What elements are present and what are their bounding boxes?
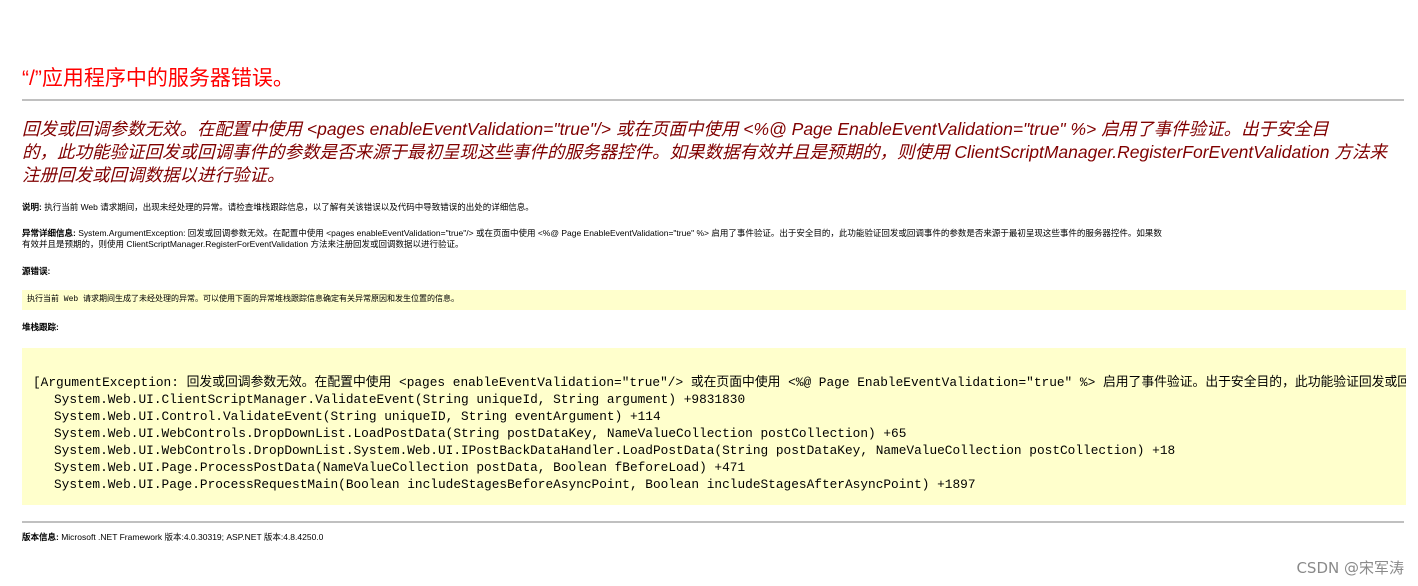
stack-trace-code: [ArgumentException: 回发或回调参数无效。在配置中使用 <pa… [22,348,1406,493]
stack-frame: System.Web.UI.Page.ProcessRequestMain(Bo… [54,477,976,492]
exception-details-text-continued: 有效并且是预期的，则使用 ClientScriptManager.Registe… [22,239,464,249]
version-info-label: 版本信息: [22,532,59,542]
stack-frame: System.Web.UI.WebControls.DropDownList.L… [54,426,907,441]
version-info-text: Microsoft .NET Framework 版本:4.0.30319; A… [58,532,324,542]
stack-trace-exception-line: [ArgumentException: 回发或回调参数无效。在配置中使用 <pa… [33,375,1406,390]
stack-frame: System.Web.UI.WebControls.DropDownList.S… [54,443,1176,458]
csdn-watermark: CSDN @宋军涛 [1296,559,1404,577]
error-message-line: 回发或回调参数无效。在配置中使用 <pages enableEventValid… [22,119,1329,139]
page-title: “/”应用程序中的服务器错误。 [22,67,294,90]
stack-frame: System.Web.UI.ClientScriptManager.Valida… [54,392,746,407]
source-error-box: 执行当前 Web 请求期间生成了未经处理的异常。可以使用下面的异常堆栈跟踪信息确… [22,290,1406,310]
exception-details-label: 异常详细信息: [22,228,76,238]
error-message-line: 的，此功能验证回发或回调事件的参数是否来源于最初呈现这些事件的服务器控件。如果数… [22,142,1387,162]
source-error-label: 源错误: [22,266,51,276]
title-divider [22,99,1404,101]
stack-frame: System.Web.UI.Control.ValidateEvent(Stri… [54,409,661,424]
exception-details-text: System.ArgumentException: 回发或回调参数无效。在配置中… [75,228,1162,238]
error-message-line: 注册回发或回调数据以进行验证。 [22,165,285,185]
stack-trace-label: 堆栈跟踪: [22,322,59,332]
stack-frame: System.Web.UI.Page.ProcessPostData(NameV… [54,460,746,475]
stack-trace-box: [ArgumentException: 回发或回调参数无效。在配置中使用 <pa… [22,348,1406,505]
footer-divider [22,521,1404,523]
description-section: 说明: 执行当前 Web 请求期间，出现未经处理的异常。请检查堆栈跟踪信息，以了… [22,202,534,213]
description-label: 说明: [22,202,42,212]
error-page: “/”应用程序中的服务器错误。 回发或回调参数无效。在配置中使用 <pages … [22,0,1406,586]
exception-details-section: 异常详细信息: System.ArgumentException: 回发或回调参… [22,228,1406,250]
version-info: 版本信息: Microsoft .NET Framework 版本:4.0.30… [22,532,323,543]
description-text: 执行当前 Web 请求期间，出现未经处理的异常。请检查堆栈跟踪信息，以了解有关该… [41,202,534,212]
source-error-text: 执行当前 Web 请求期间生成了未经处理的异常。可以使用下面的异常堆栈跟踪信息确… [27,295,459,304]
error-message: 回发或回调参数无效。在配置中使用 <pages enableEventValid… [22,118,1406,187]
